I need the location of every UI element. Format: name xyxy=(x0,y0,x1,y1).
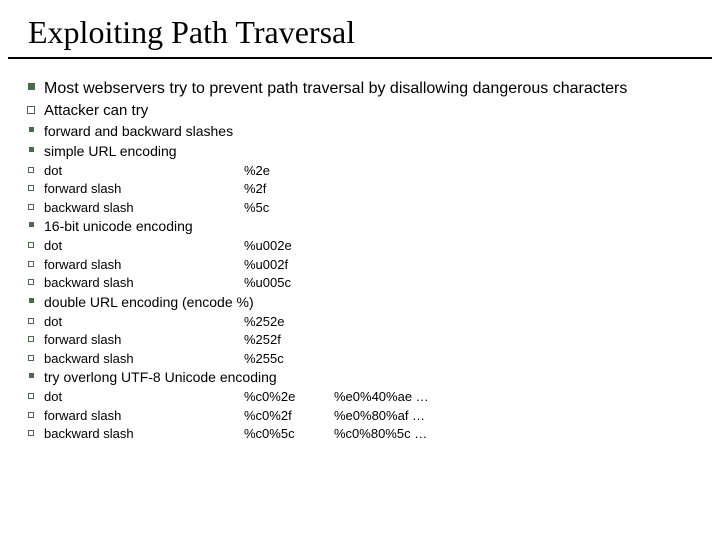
char-code: %c0%2f xyxy=(244,407,334,425)
encoding-row: backward slash%5c xyxy=(24,199,696,217)
encoding-row: dot%252e xyxy=(24,313,696,331)
encoding-row: backward slash%255c xyxy=(24,350,696,368)
char-alt: %e0%80%af … xyxy=(334,407,696,425)
char-code: %c0%2e xyxy=(244,388,334,406)
char-name: dot xyxy=(44,388,244,406)
char-code: %2f xyxy=(244,180,334,198)
char-name: backward slash xyxy=(44,425,244,443)
square-small-icon xyxy=(24,142,38,152)
char-code: %c0%5c xyxy=(244,425,334,443)
square-tiny-outline-icon xyxy=(24,388,38,399)
char-name: dot xyxy=(44,237,244,255)
method-row: 16-bit unicode encoding xyxy=(24,217,696,236)
char-code: %252e xyxy=(244,313,334,331)
method-label: double URL encoding (encode %) xyxy=(38,293,696,312)
encoding-row: dot%c0%2e%e0%40%ae … xyxy=(24,388,696,406)
encoding-row: forward slash%252f xyxy=(24,331,696,349)
method-label: 16-bit unicode encoding xyxy=(38,217,696,236)
square-small-icon xyxy=(24,122,38,132)
slide-title: Exploiting Path Traversal xyxy=(8,0,712,59)
encoding-row: backward slash%c0%5c%c0%80%5c … xyxy=(24,425,696,443)
encoding-row: forward slash%u002f xyxy=(24,256,696,274)
square-tiny-outline-icon xyxy=(24,331,38,342)
method-label: forward and backward slashes xyxy=(38,122,696,141)
char-code: %u002e xyxy=(244,237,334,255)
main-text: Most webservers try to prevent path trav… xyxy=(38,78,696,100)
square-outline-icon xyxy=(24,101,38,114)
char-code: %5c xyxy=(244,199,334,217)
square-tiny-outline-icon xyxy=(24,274,38,285)
square-tiny-outline-icon xyxy=(24,256,38,267)
square-tiny-outline-icon xyxy=(24,350,38,361)
encoding-row: forward slash%2f xyxy=(24,180,696,198)
char-name: dot xyxy=(44,313,244,331)
square-small-icon xyxy=(24,368,38,378)
method-row: double URL encoding (encode %) xyxy=(24,293,696,312)
char-alt: %e0%40%ae … xyxy=(334,388,696,406)
char-name: forward slash xyxy=(44,331,244,349)
square-small-icon xyxy=(24,217,38,227)
char-code: %252f xyxy=(244,331,334,349)
encoding-row: backward slash%u005c xyxy=(24,274,696,292)
char-code: %2e xyxy=(244,162,334,180)
square-tiny-outline-icon xyxy=(24,237,38,248)
square-icon xyxy=(24,78,38,90)
encoding-row: dot%u002e xyxy=(24,237,696,255)
char-name: forward slash xyxy=(44,180,244,198)
char-code: %u005c xyxy=(244,274,334,292)
char-code: %255c xyxy=(244,350,334,368)
method-row: forward and backward slashes xyxy=(24,122,696,141)
square-tiny-outline-icon xyxy=(24,407,38,418)
method-row: try overlong UTF-8 Unicode encoding xyxy=(24,368,696,387)
char-name: backward slash xyxy=(44,350,244,368)
bullet-subhead: Attacker can try xyxy=(24,101,696,121)
encoding-row: dot%2e xyxy=(24,162,696,180)
method-label: simple URL encoding xyxy=(38,142,696,161)
encoding-row: forward slash%c0%2f%e0%80%af … xyxy=(24,407,696,425)
square-tiny-outline-icon xyxy=(24,313,38,324)
char-name: backward slash xyxy=(44,199,244,217)
square-tiny-outline-icon xyxy=(24,425,38,436)
method-label: try overlong UTF-8 Unicode encoding xyxy=(38,368,696,387)
char-alt: %c0%80%5c … xyxy=(334,425,696,443)
char-name: forward slash xyxy=(44,256,244,274)
char-code: %u002f xyxy=(244,256,334,274)
square-tiny-outline-icon xyxy=(24,162,38,173)
slide-body: Most webservers try to prevent path trav… xyxy=(0,59,720,454)
char-name: forward slash xyxy=(44,407,244,425)
square-small-icon xyxy=(24,293,38,303)
square-tiny-outline-icon xyxy=(24,180,38,191)
method-row: simple URL encoding xyxy=(24,142,696,161)
char-name: dot xyxy=(44,162,244,180)
char-name: backward slash xyxy=(44,274,244,292)
subhead-text: Attacker can try xyxy=(38,101,696,121)
bullet-main: Most webservers try to prevent path trav… xyxy=(24,78,696,100)
square-tiny-outline-icon xyxy=(24,199,38,210)
